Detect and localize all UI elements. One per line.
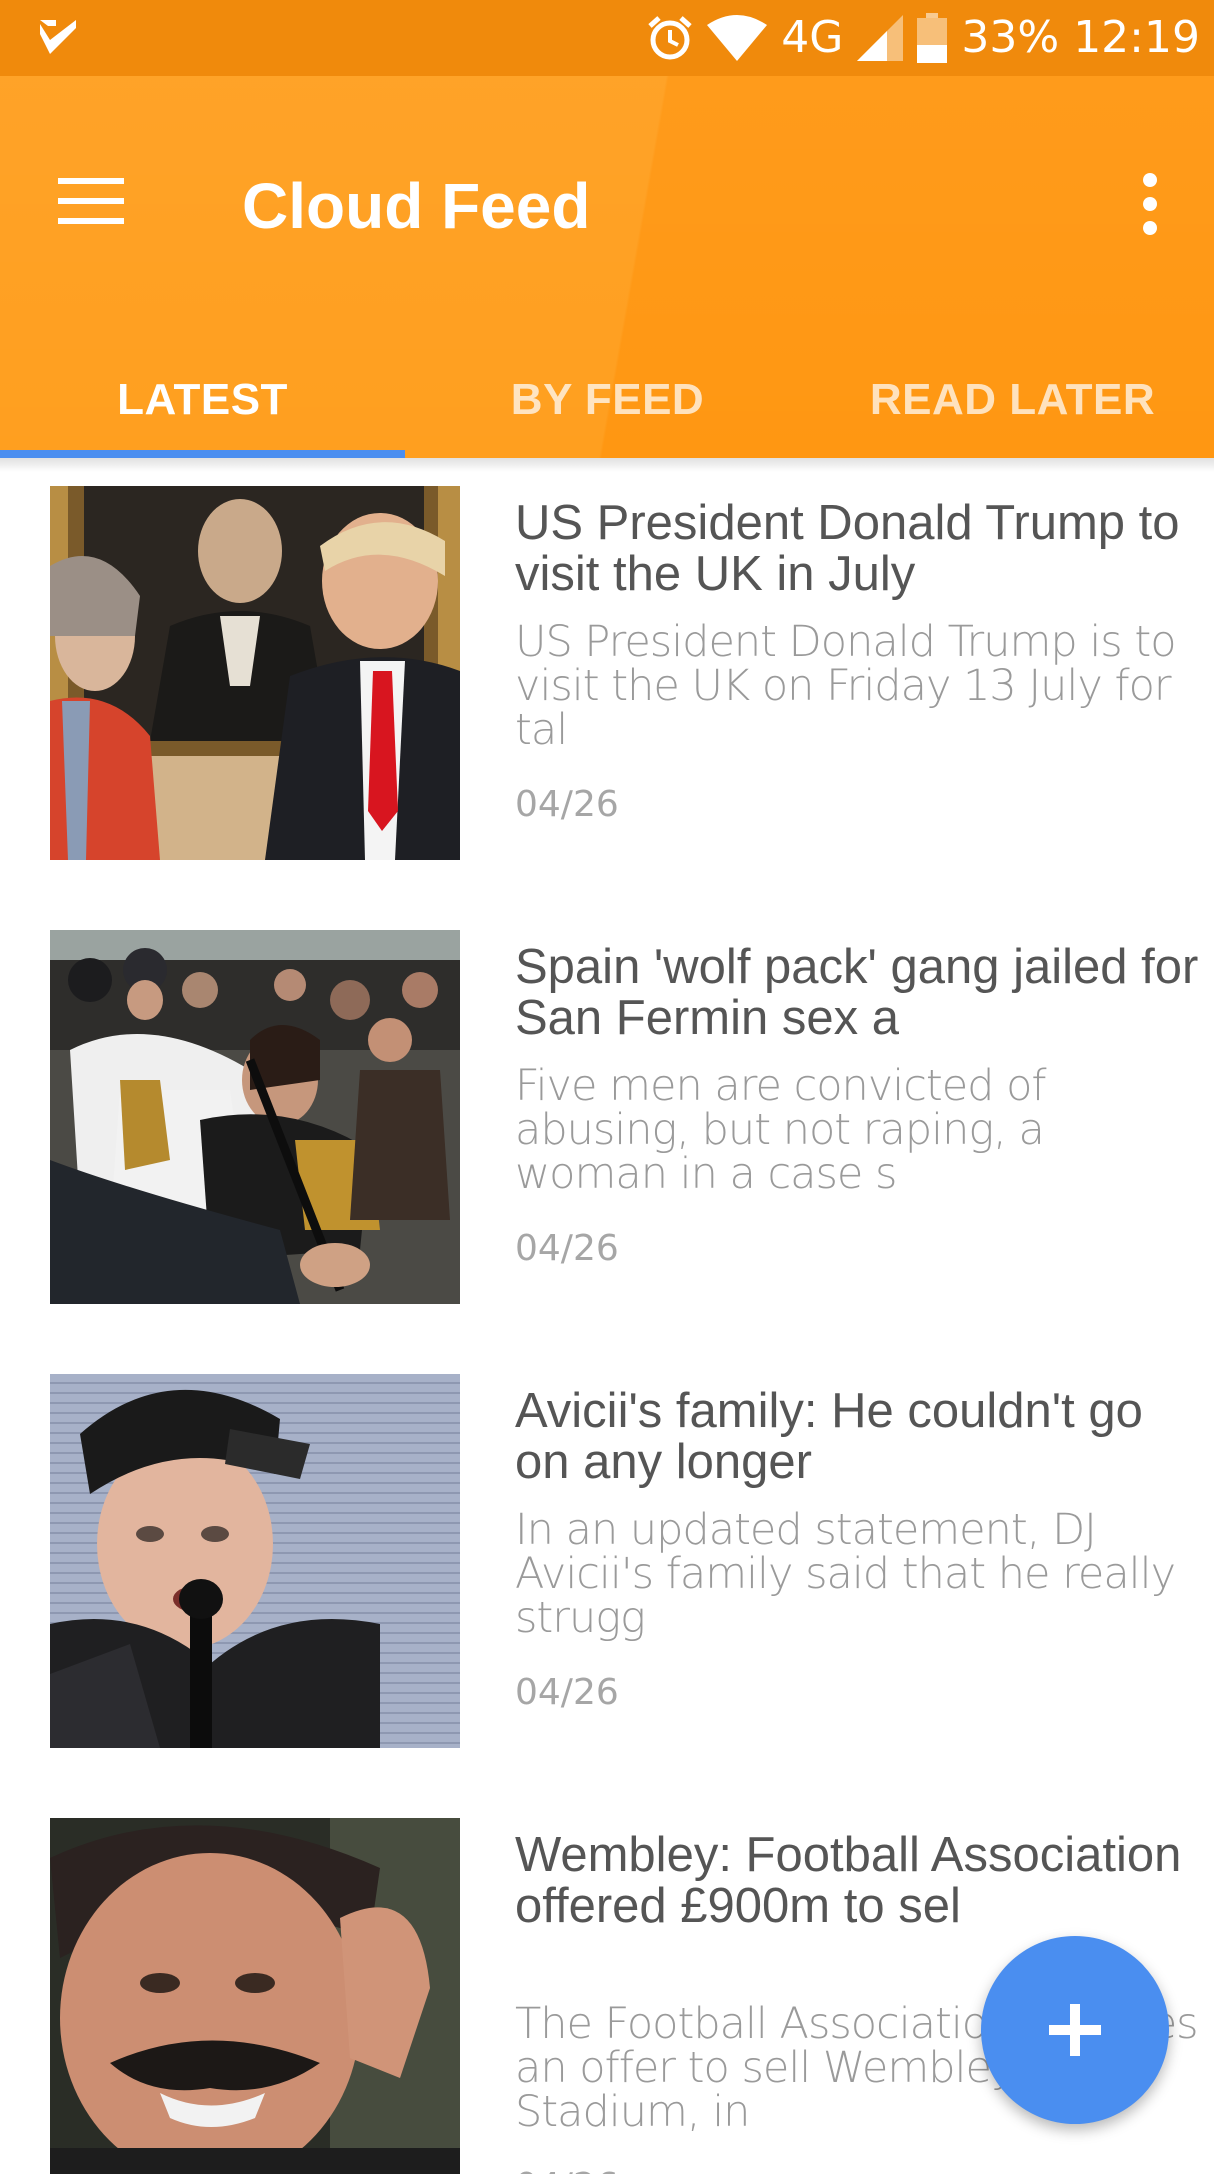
app-bar: Cloud Feed LATEST BY FEED READ LATER <box>0 76 1214 458</box>
tab-indicator <box>0 450 405 458</box>
article-title: Spain 'wolf pack' gang jailed for San Fe… <box>515 940 1199 1045</box>
battery-icon <box>917 13 948 63</box>
hamburger-menu-icon[interactable] <box>58 176 124 226</box>
alarm-icon <box>648 16 692 60</box>
tab-bar: LATEST BY FEED READ LATER <box>0 342 1214 458</box>
more-vert-icon[interactable] <box>1130 172 1170 236</box>
app-check-icon <box>40 20 76 54</box>
article-title: Avicii's family: He couldn't go on any l… <box>515 1384 1143 1489</box>
article-date: 04/26 <box>515 1228 619 1269</box>
tab-read-later[interactable]: READ LATER <box>810 342 1214 458</box>
article-title: Wembley: Football Association offered £9… <box>515 1828 1182 1933</box>
article-date: 04/26 <box>515 2166 619 2174</box>
article-snippet: Five men are convicted of abusing, but n… <box>515 1061 1047 1199</box>
article-snippet: US President Donald Trump is to visit th… <box>515 617 1177 755</box>
add-feed-button[interactable] <box>981 1936 1169 2124</box>
wifi-icon <box>707 15 768 61</box>
signal-icon <box>857 15 904 61</box>
status-indicators: 4G 33% 12:19 <box>647 0 1200 76</box>
article-date: 04/26 <box>515 1672 619 1713</box>
list-item[interactable]: US President Donald Trump to visit the U… <box>0 458 1214 902</box>
article-thumbnail <box>50 1374 460 1748</box>
tab-latest[interactable]: LATEST <box>0 342 405 458</box>
status-bar: 4G 33% 12:19 <box>0 0 1214 76</box>
article-thumbnail <box>50 1818 460 2174</box>
article-date: 04/26 <box>515 784 619 825</box>
list-item[interactable]: Spain 'wolf pack' gang jailed for San Fe… <box>0 902 1214 1346</box>
article-thumbnail <box>50 930 460 1304</box>
article-title: US President Donald Trump to visit the U… <box>515 496 1180 601</box>
list-item[interactable]: Avicii's family: He couldn't go on any l… <box>0 1346 1214 1790</box>
article-list[interactable]: US President Donald Trump to visit the U… <box>0 458 1214 2174</box>
article-snippet: In an updated statement, DJ Avicii's fam… <box>515 1505 1176 1643</box>
clock: 12:19 <box>1073 12 1200 63</box>
network-type: 4G <box>781 12 844 63</box>
tab-by-feed[interactable]: BY FEED <box>405 342 810 458</box>
plus-icon <box>1049 2004 1101 2056</box>
battery-percent: 33% <box>961 12 1060 63</box>
page-title: Cloud Feed <box>242 170 591 242</box>
article-thumbnail <box>50 486 460 860</box>
